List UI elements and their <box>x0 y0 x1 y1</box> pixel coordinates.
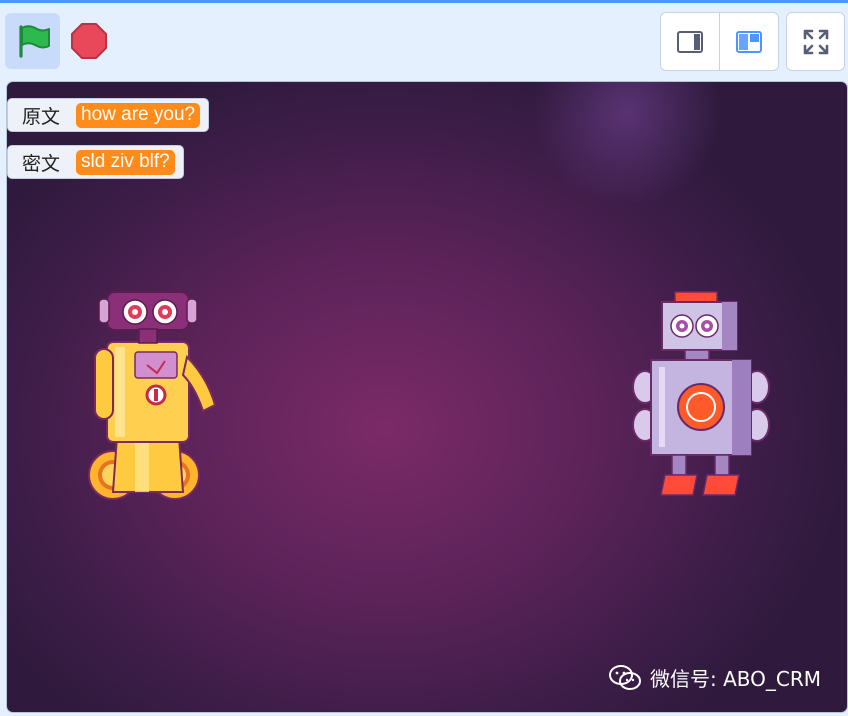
wechat-icon <box>608 664 641 690</box>
stop-icon <box>71 23 107 59</box>
small-stage-button[interactable] <box>661 13 719 70</box>
monitor-value: how are you? <box>76 102 201 128</box>
fullscreen-icon <box>803 29 828 54</box>
stop-button[interactable] <box>66 17 112 65</box>
normal-stage-button[interactable] <box>719 13 778 70</box>
monitor-label: 原文 <box>22 105 61 128</box>
normal-stage-layout-icon <box>736 30 762 53</box>
silver-robot-sprite[interactable] <box>627 287 777 507</box>
small-stage-layout-icon <box>677 30 703 53</box>
green-flag-icon <box>18 25 50 58</box>
fullscreen-button[interactable] <box>786 12 845 71</box>
stage-toolbar <box>0 3 848 79</box>
variable-monitor-original[interactable]: 原文 how are you? <box>7 98 210 132</box>
green-flag-button[interactable] <box>5 13 60 69</box>
watermark-text: 微信号: ABO_CRM <box>649 667 821 691</box>
yellow-robot-sprite[interactable] <box>87 287 222 507</box>
variable-monitor-cipher[interactable]: 密文 sld ziv blf? <box>7 145 184 179</box>
monitor-label: 密文 <box>22 152 61 175</box>
stage-size-toggle <box>660 12 779 71</box>
stage-backdrop-glow <box>527 82 727 202</box>
stage[interactable]: 原文 how are you? 密文 sld ziv blf? 微信号: ABO… <box>6 81 848 713</box>
watermark: 微信号: ABO_CRM <box>608 663 821 692</box>
monitor-value: sld ziv blf? <box>76 149 175 175</box>
